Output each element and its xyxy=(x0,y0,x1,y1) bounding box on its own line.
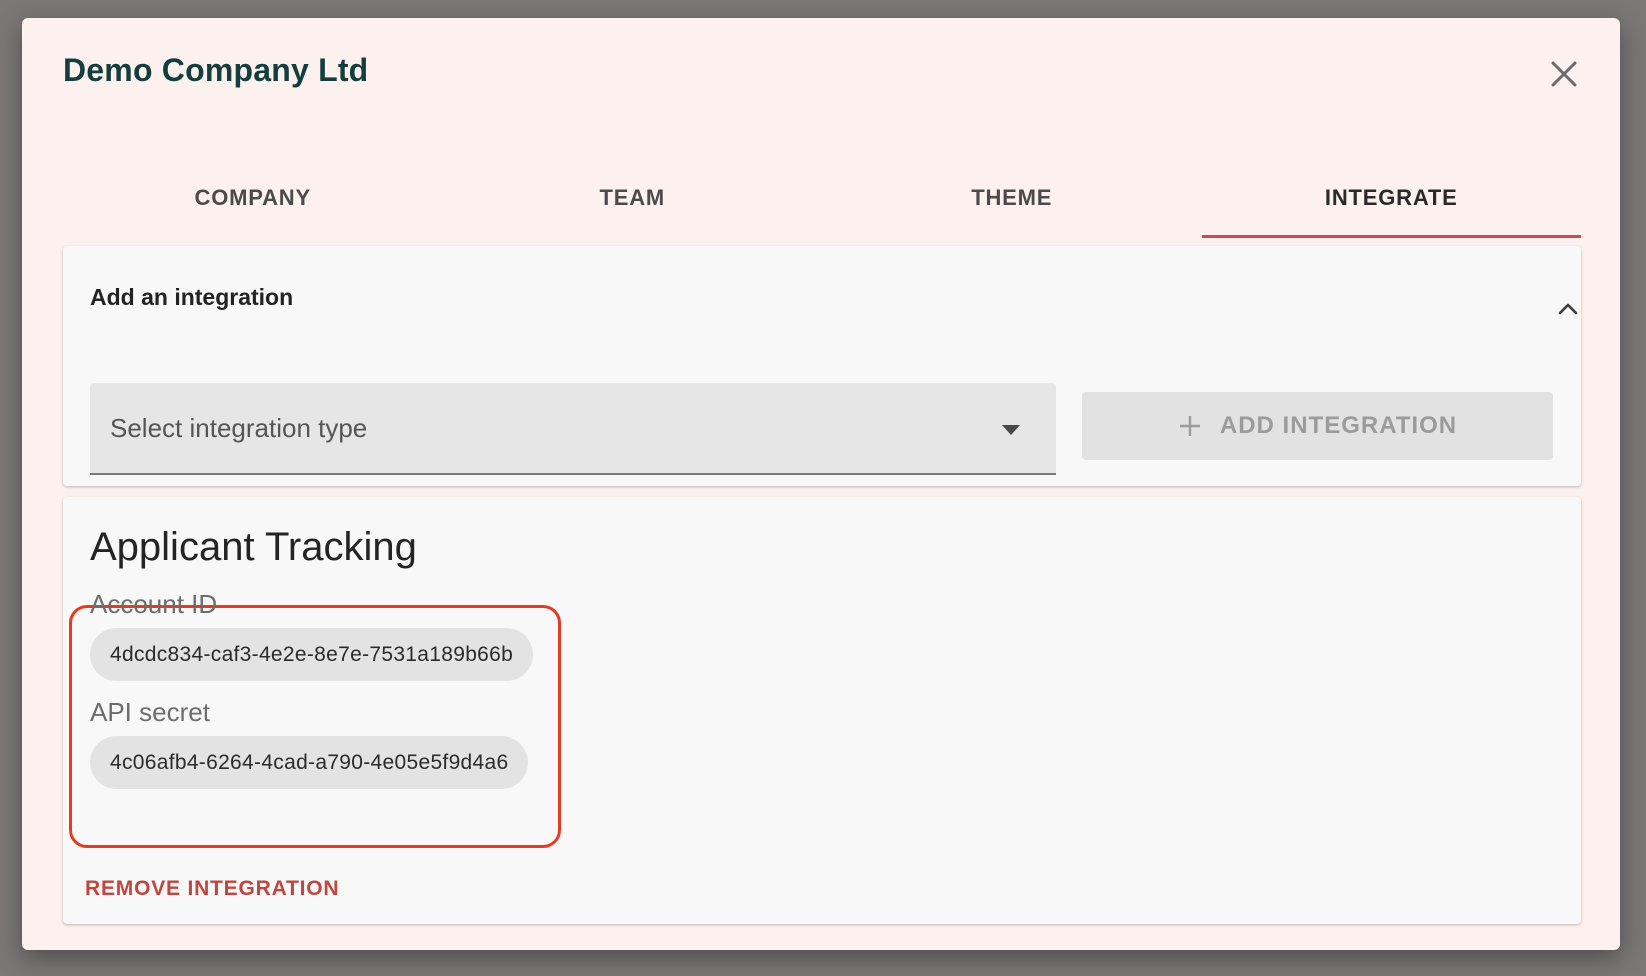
tab-company[interactable]: COMPANY xyxy=(63,158,443,238)
add-integration-panel: Add an integration Select integration ty… xyxy=(63,246,1581,486)
dropdown-caret-icon xyxy=(1002,425,1020,435)
add-integration-button-label: ADD INTEGRATION xyxy=(1219,412,1458,439)
applicant-tracking-card: Applicant Tracking Account ID 4dcdc834-c… xyxy=(63,497,1581,924)
close-button[interactable] xyxy=(1544,54,1584,94)
dialog-title: Demo Company Ltd xyxy=(63,52,369,88)
add-integration-button[interactable]: ADD INTEGRATION xyxy=(1082,392,1553,460)
plus-icon xyxy=(1179,416,1200,436)
tab-team[interactable]: TEAM xyxy=(443,158,823,238)
remove-integration-button[interactable]: REMOVE INTEGRATION xyxy=(85,877,339,901)
tab-theme[interactable]: THEME xyxy=(822,158,1202,238)
company-dialog: Demo Company Ltd COMPANY TEAM THEME INTE… xyxy=(22,18,1620,950)
account-id-label: Account ID xyxy=(90,589,218,619)
account-id-chip[interactable]: 4dcdc834-caf3-4e2e-8e7e-7531a189b66b xyxy=(90,628,534,681)
tab-bar: COMPANY TEAM THEME INTEGRATE xyxy=(63,158,1581,238)
api-secret-chip[interactable]: 4c06afb4-6264-4cad-a790-4e05e5f9d4a6 xyxy=(90,736,529,789)
chevron-up-icon xyxy=(1558,303,1578,315)
integration-type-placeholder: Select integration type xyxy=(110,413,368,443)
tab-integrate[interactable]: INTEGRATE xyxy=(1201,158,1582,238)
integration-type-select[interactable]: Select integration type xyxy=(90,383,1056,475)
collapse-panel-button[interactable] xyxy=(1553,294,1583,324)
integration-title: Applicant Tracking xyxy=(90,525,417,569)
add-integration-title: Add an integration xyxy=(90,284,294,310)
close-icon xyxy=(1551,61,1577,87)
api-secret-label: API secret xyxy=(90,697,210,727)
